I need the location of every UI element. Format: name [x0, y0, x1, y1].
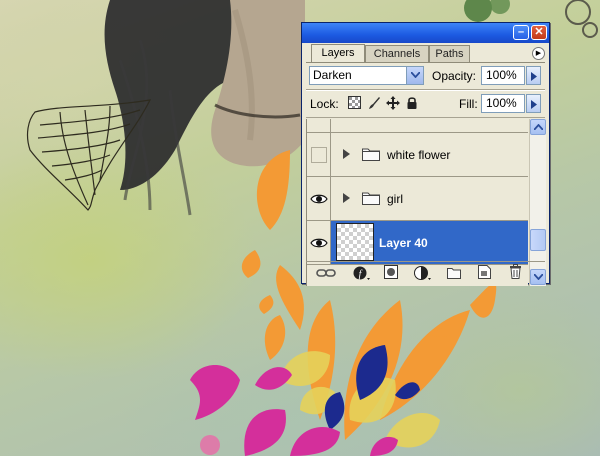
- adjustment-layer-icon[interactable]: [414, 265, 432, 286]
- new-layer-icon[interactable]: [478, 265, 491, 284]
- folder-icon: [362, 192, 380, 205]
- visibility-toggle[interactable]: [307, 221, 331, 264]
- triangle-right-icon: ▶: [535, 50, 542, 57]
- palette-menu-button[interactable]: ▶: [532, 47, 545, 60]
- layer-name: Layer 40: [379, 236, 428, 250]
- delete-layer-icon[interactable]: [509, 264, 522, 284]
- hidden-eye-box: [311, 147, 327, 163]
- triangle-right-icon: [531, 72, 537, 81]
- lock-position-icon[interactable]: [386, 96, 400, 110]
- eye-icon: [310, 194, 328, 204]
- layer-row[interactable]: [307, 119, 528, 133]
- layer-thumbnail: [336, 223, 374, 261]
- layer-name: girl: [387, 192, 404, 206]
- layer-style-icon[interactable]: f: [353, 265, 371, 286]
- new-group-icon[interactable]: [447, 266, 461, 284]
- blend-mode-value: Darken: [313, 68, 352, 82]
- scroll-up-button[interactable]: [530, 119, 546, 135]
- tab-paths[interactable]: Paths: [429, 45, 470, 62]
- opacity-field[interactable]: 100%: [481, 66, 525, 85]
- add-mask-icon[interactable]: [384, 265, 398, 284]
- opacity-label: Opacity:: [432, 69, 477, 83]
- tab-divider: [306, 62, 545, 63]
- layer-row-selected[interactable]: Layer 40: [307, 221, 528, 265]
- triangle-right-icon: [531, 100, 537, 109]
- lock-all-icon[interactable]: [406, 96, 420, 110]
- lock-transparent-icon[interactable]: [348, 96, 362, 110]
- chevron-down-icon[interactable]: [406, 67, 423, 84]
- visibility-toggle[interactable]: [307, 119, 331, 132]
- layer-name: white flower: [387, 148, 451, 162]
- scroll-thumb[interactable]: [530, 229, 546, 251]
- layers-palette: – ✕ Layers Channels Paths ▶ Darken Opaci…: [301, 22, 550, 286]
- eye-icon: [310, 238, 328, 248]
- lock-label: Lock:: [310, 97, 339, 111]
- lock-image-icon[interactable]: [367, 96, 381, 110]
- fill-label: Fill:: [459, 97, 478, 111]
- tab-layers[interactable]: Layers: [311, 44, 365, 62]
- expand-triangle-icon[interactable]: [343, 149, 350, 159]
- visibility-toggle[interactable]: [307, 177, 331, 220]
- chevron-up-icon: [534, 124, 543, 130]
- link-layers-icon[interactable]: [316, 266, 336, 284]
- layer-row[interactable]: white flower: [307, 133, 528, 177]
- tab-channels[interactable]: Channels: [365, 45, 429, 62]
- opacity-slider-button[interactable]: [526, 66, 541, 85]
- expand-triangle-icon[interactable]: [343, 193, 350, 203]
- blend-mode-select[interactable]: Darken: [309, 66, 424, 85]
- folder-icon: [362, 148, 380, 161]
- palette-tabs: Layers Channels Paths ▶: [306, 44, 546, 62]
- fill-slider-button[interactable]: [526, 94, 541, 113]
- layer-row[interactable]: girl: [307, 177, 528, 221]
- palette-title-bar[interactable]: – ✕: [302, 23, 549, 43]
- visibility-toggle[interactable]: [307, 133, 331, 176]
- layer-actions-bar: f: [306, 261, 545, 283]
- close-button[interactable]: ✕: [531, 25, 547, 40]
- minimize-button[interactable]: –: [513, 25, 529, 40]
- fill-field[interactable]: 100%: [481, 94, 525, 113]
- divider: [306, 117, 545, 118]
